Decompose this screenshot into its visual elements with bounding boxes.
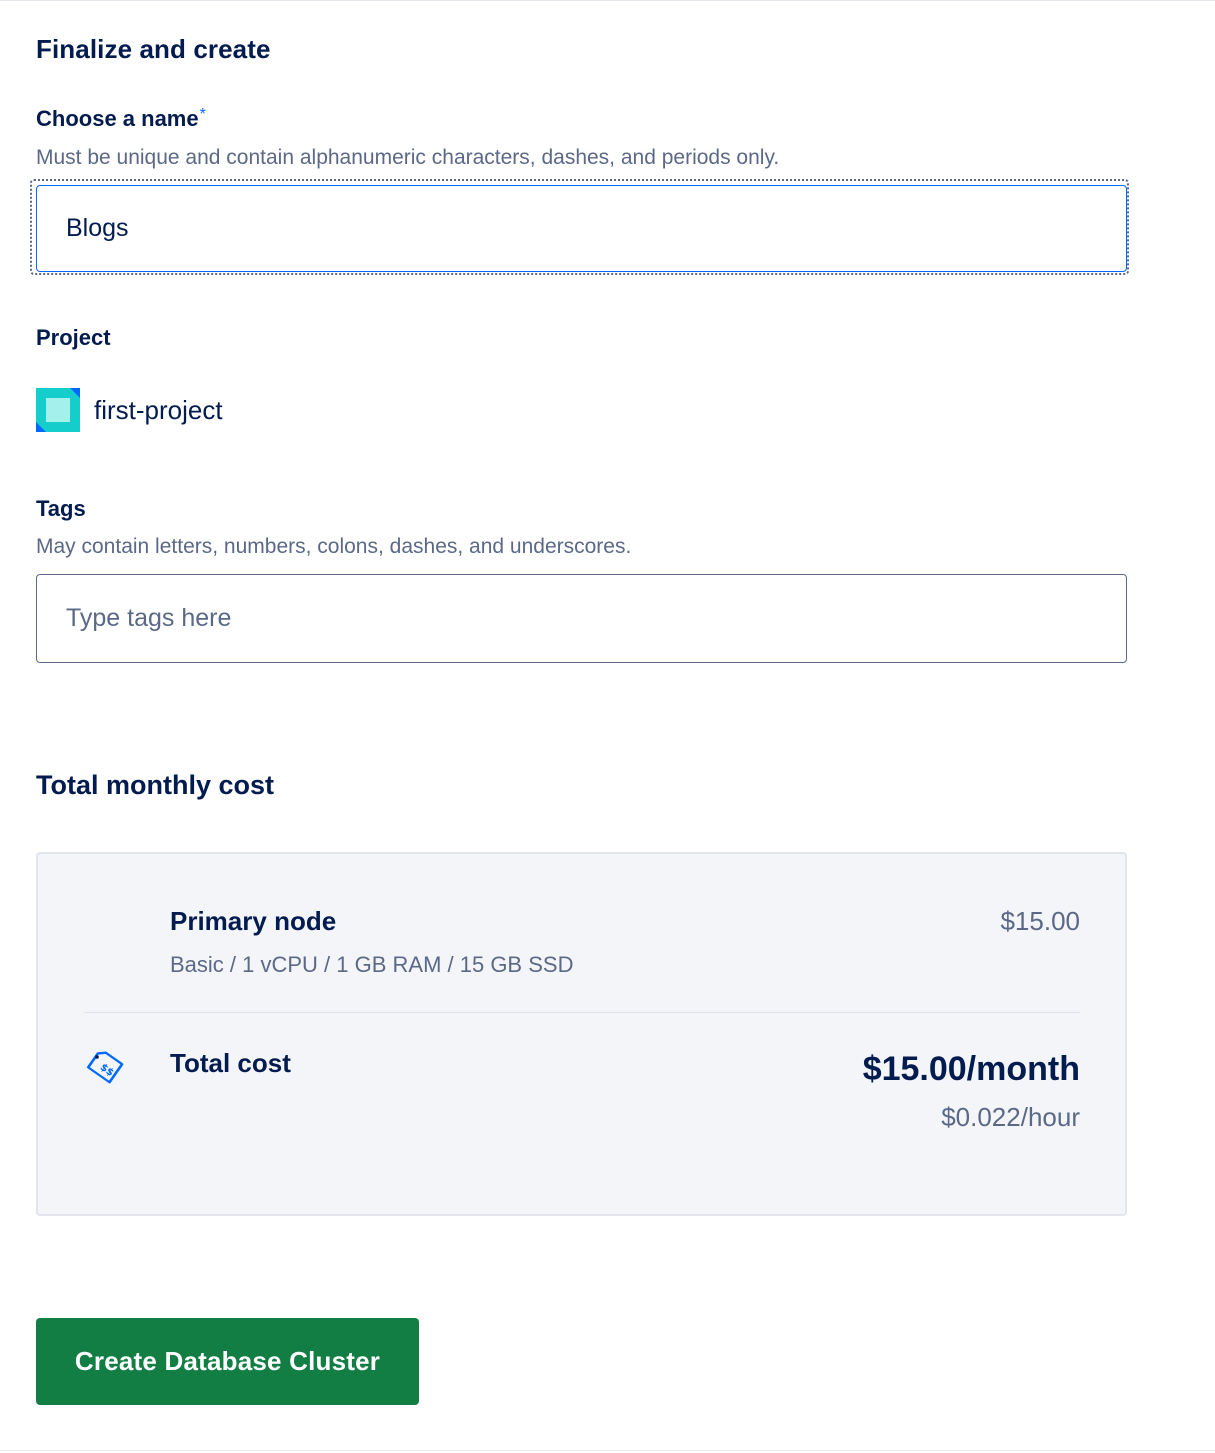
price-tag-icon: $$ bbox=[86, 1051, 124, 1084]
name-label-text: Choose a name bbox=[36, 106, 199, 131]
name-help-text: Must be unique and contain alphanumeric … bbox=[36, 146, 780, 169]
project-selector[interactable]: first-project bbox=[36, 388, 223, 432]
tags-input[interactable] bbox=[36, 574, 1127, 663]
project-label: Project bbox=[36, 325, 111, 350]
total-hourly-price: $0.022/hour bbox=[941, 1102, 1080, 1132]
section-title: Finalize and create bbox=[36, 34, 271, 64]
tags-help-text: May contain letters, numbers, colons, da… bbox=[36, 535, 632, 558]
top-divider bbox=[0, 0, 1215, 1]
create-database-cluster-button[interactable]: Create Database Cluster bbox=[36, 1318, 419, 1405]
total-monthly-price: $15.00/month bbox=[862, 1050, 1080, 1088]
bottom-divider bbox=[0, 1450, 1215, 1451]
line-item-name: Primary node bbox=[170, 906, 337, 936]
name-input[interactable] bbox=[36, 185, 1127, 272]
required-indicator: * bbox=[199, 106, 206, 123]
cost-summary-panel: Primary node Basic / 1 vCPU / 1 GB RAM /… bbox=[36, 852, 1127, 1216]
line-item-spec: Basic / 1 vCPU / 1 GB RAM / 15 GB SSD bbox=[170, 952, 574, 977]
tags-label: Tags bbox=[36, 496, 86, 521]
total-cost-label: Total cost bbox=[170, 1048, 291, 1078]
cost-divider bbox=[84, 1012, 1080, 1013]
cost-section-title: Total monthly cost bbox=[36, 770, 275, 800]
project-square-icon bbox=[36, 388, 80, 432]
name-field-label: Choose a name* bbox=[36, 106, 206, 132]
line-item-price: $15.00 bbox=[1000, 906, 1080, 936]
project-name: first-project bbox=[94, 394, 223, 425]
